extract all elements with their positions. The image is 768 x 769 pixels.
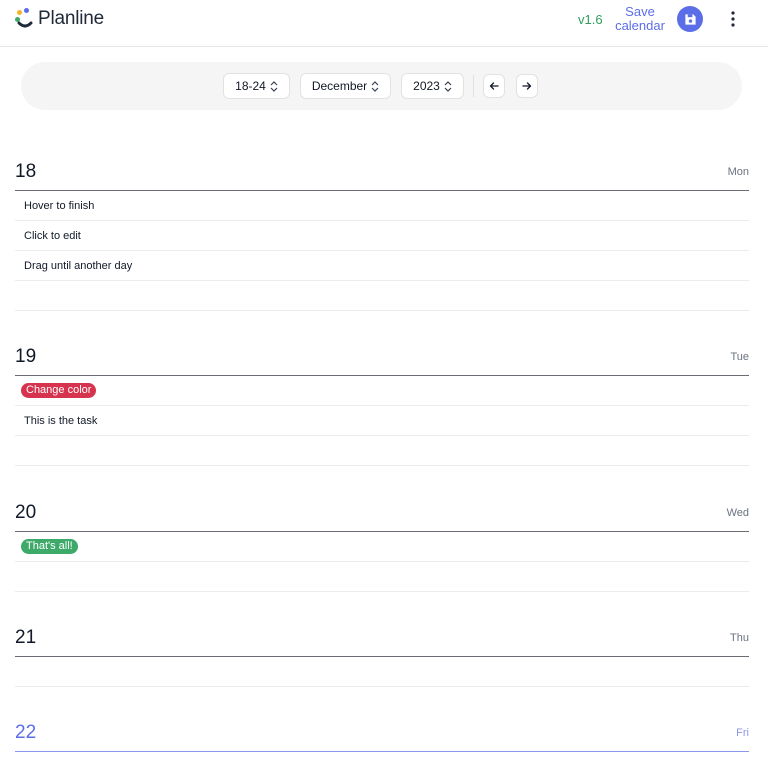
day-section-18: 18 Mon Hover to finish Click to edit Dra… — [15, 161, 749, 311]
day-number: 19 — [15, 346, 37, 367]
vertical-dots-icon — [731, 11, 735, 27]
task-item[interactable]: Drag until another day — [15, 251, 749, 281]
more-menu-button[interactable] — [722, 8, 744, 30]
logo-icon — [15, 8, 35, 30]
year-select[interactable]: 2023 — [401, 73, 464, 99]
day-section-20: 20 Wed That's all! — [15, 502, 749, 592]
task-item[interactable]: That's all! — [15, 532, 749, 562]
day-header: 21 Thu — [15, 627, 749, 657]
task-item[interactable]: Click to edit — [15, 221, 749, 251]
save-calendar-link[interactable]: Save calendar — [612, 5, 668, 33]
task-item[interactable]: This is the task — [15, 406, 749, 436]
day-section-19: 19 Tue Change color This is the task — [15, 346, 749, 466]
colored-task-tag: Change color — [21, 383, 97, 398]
chevron-up-down-icon — [371, 80, 379, 92]
arrow-left-icon — [489, 82, 499, 90]
week-navigation-bar: 18-24 December 2023 — [21, 62, 742, 110]
day-header: 18 Mon — [15, 161, 749, 191]
day-header: 22 Fri — [15, 722, 749, 752]
year-value: 2023 — [413, 79, 440, 93]
range-value: 18-24 — [235, 79, 266, 93]
save-button[interactable] — [677, 6, 703, 32]
app-header: Planline v1.6 Save calendar — [0, 0, 768, 47]
day-number: 22 — [15, 722, 37, 743]
task-text: Hover to finish — [24, 199, 95, 212]
add-task-row[interactable] — [15, 657, 749, 687]
day-number: 18 — [15, 161, 37, 182]
app-name: Planline — [38, 8, 105, 29]
day-name: Fri — [736, 727, 749, 739]
task-item[interactable]: Hover to finish — [15, 191, 749, 221]
task-item[interactable]: Change color — [15, 376, 749, 406]
day-section-21: 21 Thu — [15, 627, 749, 687]
next-week-button[interactable] — [516, 74, 538, 98]
floppy-disk-icon — [684, 13, 696, 25]
previous-week-button[interactable] — [483, 74, 505, 98]
day-header: 19 Tue — [15, 346, 749, 376]
add-task-row[interactable] — [15, 436, 749, 466]
chevron-up-down-icon — [444, 80, 452, 92]
colored-task-tag: That's all! — [21, 539, 78, 554]
day-name: Tue — [730, 351, 749, 363]
day-section-22: 22 Fri — [15, 722, 749, 752]
task-text: This is the task — [24, 414, 98, 427]
save-label-line1: Save — [625, 4, 655, 19]
chevron-up-down-icon — [270, 80, 278, 92]
app-logo[interactable]: Planline — [15, 8, 104, 30]
task-text: Drag until another day — [24, 259, 133, 272]
day-name: Mon — [727, 166, 749, 178]
add-task-row[interactable] — [15, 281, 749, 311]
day-header: 20 Wed — [15, 502, 749, 532]
day-number: 21 — [15, 627, 37, 648]
task-text: Click to edit — [24, 229, 81, 242]
toolbar-divider — [473, 75, 474, 97]
month-select[interactable]: December — [300, 73, 391, 99]
day-name: Wed — [726, 507, 749, 519]
add-task-row[interactable] — [15, 562, 749, 592]
version-label: v1.6 — [578, 12, 603, 27]
range-select[interactable]: 18-24 — [223, 73, 290, 99]
save-label-line2: calendar — [615, 18, 665, 33]
month-value: December — [311, 79, 368, 93]
day-name: Thu — [730, 632, 749, 644]
day-number: 20 — [15, 502, 37, 523]
arrow-right-icon — [522, 82, 532, 90]
